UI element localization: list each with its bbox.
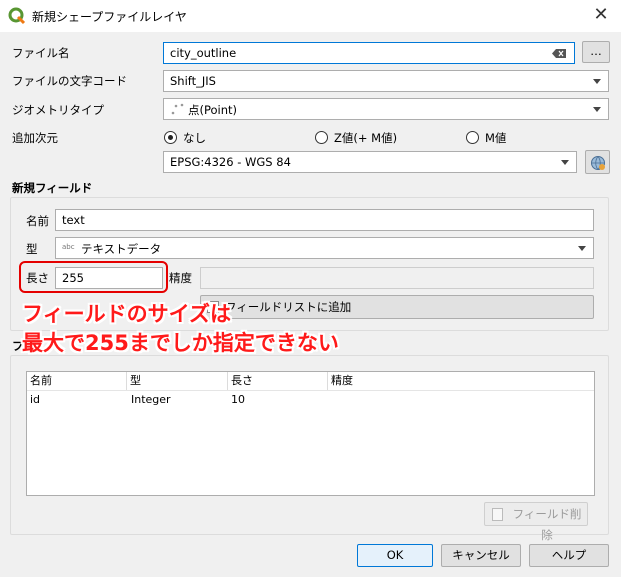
add-to-field-list-button[interactable]: フィールドリストに追加 bbox=[200, 295, 594, 319]
field-name-label: 名前 bbox=[26, 214, 49, 228]
geometry-value: 点(Point) bbox=[188, 103, 238, 117]
column-header-name[interactable]: 名前 bbox=[27, 372, 127, 390]
crs-select[interactable]: EPSG:4326 - WGS 84 bbox=[163, 151, 577, 173]
row-length-cell: 10 bbox=[231, 393, 245, 406]
clear-icon[interactable] bbox=[552, 49, 566, 58]
field-type-select[interactable]: abc テキストデータ bbox=[55, 237, 594, 259]
globe-icon bbox=[591, 156, 605, 170]
file-name-input[interactable]: city_outline bbox=[163, 42, 575, 64]
ok-button[interactable]: OK bbox=[357, 544, 433, 567]
help-button[interactable]: ヘルプ bbox=[529, 544, 609, 567]
column-header-length[interactable]: 長さ bbox=[228, 372, 328, 390]
radio-none-label: なし bbox=[183, 131, 206, 145]
encoding-label: ファイルの文字コード bbox=[12, 74, 127, 88]
crs-select-button[interactable] bbox=[585, 150, 610, 174]
encoding-select[interactable]: Shift_JIS bbox=[163, 70, 609, 92]
geometry-label: ジオメトリタイプ bbox=[12, 103, 104, 117]
radio-m-label: M値 bbox=[485, 131, 507, 145]
annotation-line-2: 最大で255までしか指定できない bbox=[22, 331, 339, 355]
row-type-cell: Integer bbox=[131, 393, 171, 406]
remove-field-label: フィールド削除 bbox=[512, 507, 582, 542]
chevron-down-icon bbox=[561, 160, 569, 165]
column-header-precision[interactable]: 精度 bbox=[328, 372, 594, 390]
new-field-title: 新規フィールド bbox=[12, 181, 93, 195]
cancel-button[interactable]: キャンセル bbox=[441, 544, 521, 567]
table-row[interactable]: id Integer 10 bbox=[27, 391, 594, 409]
remove-field-button[interactable]: フィールド削除 bbox=[484, 502, 588, 542]
point-icon bbox=[171, 103, 184, 115]
browse-button[interactable]: … bbox=[582, 41, 610, 63]
encoding-value: Shift_JIS bbox=[170, 74, 216, 88]
text-type-icon: abc bbox=[62, 243, 75, 251]
field-name-input[interactable]: text bbox=[55, 209, 594, 231]
close-icon[interactable]: ✕ bbox=[589, 4, 613, 28]
field-type-value: テキストデータ bbox=[81, 242, 162, 256]
title-bar: 新規シェープファイルレイヤ ✕ bbox=[0, 0, 621, 32]
field-name-value: text bbox=[62, 213, 85, 227]
precision-label: 精度 bbox=[169, 271, 192, 285]
radio-z[interactable] bbox=[315, 131, 328, 144]
chevron-down-icon bbox=[593, 79, 601, 84]
chevron-down-icon bbox=[593, 107, 601, 112]
annotation-highlight-box bbox=[19, 261, 168, 293]
file-name-label: ファイル名 bbox=[12, 46, 70, 60]
radio-none[interactable] bbox=[164, 131, 177, 144]
column-header-type[interactable]: 型 bbox=[127, 372, 228, 390]
chevron-down-icon bbox=[578, 246, 586, 251]
field-list-table[interactable]: 名前 型 長さ 精度 id Integer 10 bbox=[26, 371, 595, 496]
add-button-label: フィールドリストに追加 bbox=[225, 300, 352, 314]
precision-input[interactable] bbox=[200, 267, 594, 289]
crs-value: EPSG:4326 - WGS 84 bbox=[170, 155, 291, 169]
remove-field-icon bbox=[492, 508, 503, 521]
radio-z-label: Z値(+ M値) bbox=[334, 131, 398, 145]
geometry-select[interactable]: 点(Point) bbox=[163, 98, 609, 120]
annotation-line-1: フィールドのサイズは bbox=[22, 302, 231, 326]
row-name-cell: id bbox=[30, 393, 41, 406]
radio-m[interactable] bbox=[466, 131, 479, 144]
field-type-label: 型 bbox=[26, 242, 38, 256]
window-title: 新規シェープファイルレイヤ bbox=[32, 10, 187, 24]
dimension-label: 追加次元 bbox=[12, 131, 58, 145]
qgis-logo-icon bbox=[8, 7, 26, 25]
file-name-value: city_outline bbox=[170, 46, 237, 60]
